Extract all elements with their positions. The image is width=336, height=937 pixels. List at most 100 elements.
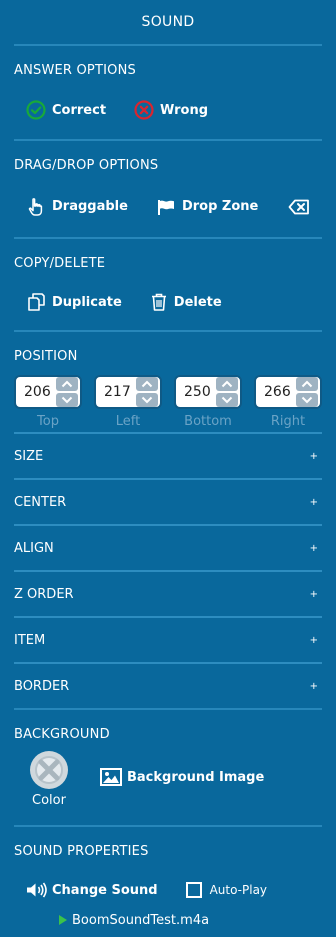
hand-pointer-icon	[28, 197, 43, 216]
delete-label: Delete	[173, 294, 222, 310]
decrement-button[interactable]	[296, 393, 318, 407]
answer-options-section: ANSWER OPTIONS Correct Wrong	[0, 46, 336, 139]
position-bottom-field[interactable]: 250	[174, 375, 242, 409]
chevron-down-icon	[61, 396, 73, 404]
position-left-caption: Left	[115, 414, 141, 429]
increment-button[interactable]	[216, 377, 238, 391]
position-right: 266 Right	[254, 375, 322, 429]
position-top-caption: Top	[37, 414, 59, 429]
divider	[14, 44, 322, 46]
wrong-label: Wrong	[160, 102, 209, 118]
section-item[interactable]: ITEM +	[14, 616, 322, 662]
auto-play-label: Auto-Play	[209, 883, 268, 897]
divider	[14, 237, 322, 239]
panel-title: SOUND	[141, 14, 195, 30]
position-right-field[interactable]: 266	[254, 375, 322, 409]
sound-file-name: BoomSoundTest.m4a	[72, 912, 210, 928]
section-label-sound-properties: SOUND PROPERTIES	[14, 844, 149, 859]
drop-zone-button[interactable]: Drop Zone	[156, 197, 258, 217]
wrong-button[interactable]: Wrong	[134, 100, 208, 120]
chevron-down-icon	[301, 396, 313, 404]
color-picker-button[interactable]: Color	[14, 745, 84, 808]
section-label-z-order: Z ORDER	[14, 586, 74, 602]
duplicate-icon	[28, 293, 45, 311]
chevron-up-icon	[61, 380, 73, 388]
position-top-value[interactable]: 206	[24, 384, 51, 400]
duplicate-button[interactable]: Duplicate	[26, 292, 122, 312]
position-top: 206 Top	[14, 375, 82, 429]
sound-file-row[interactable]: BoomSoundTest.m4a	[0, 908, 336, 932]
decrement-button[interactable]	[136, 393, 158, 407]
chevron-down-icon	[141, 396, 153, 404]
decrement-button[interactable]	[216, 393, 238, 407]
position-left-field[interactable]: 217	[94, 375, 162, 409]
section-label-copy-delete: COPY/DELETE	[14, 256, 106, 271]
section-label-border: BORDER	[14, 678, 70, 694]
draggable-button[interactable]: Draggable	[26, 197, 128, 217]
background-image-button[interactable]: Background Image	[100, 767, 264, 787]
duplicate-label: Duplicate	[52, 294, 122, 310]
change-sound-button[interactable]: Change Sound	[26, 882, 158, 898]
decrement-button[interactable]	[56, 393, 78, 407]
expand-icon[interactable]: +	[310, 451, 318, 462]
expand-icon[interactable]: +	[310, 681, 318, 692]
section-center[interactable]: CENTER +	[14, 478, 322, 524]
section-label-answer-options: ANSWER OPTIONS	[14, 63, 136, 78]
drop-zone-label: Drop Zone	[181, 199, 259, 214]
auto-play-checkbox[interactable]: Auto-Play	[185, 882, 268, 898]
checkbox-box[interactable]	[185, 882, 202, 898]
increment-button[interactable]	[56, 377, 78, 391]
sound-properties-section: SOUND PROPERTIES Change Sound Auto-Play …	[0, 827, 336, 932]
section-label-item: ITEM	[14, 632, 46, 648]
position-right-value[interactable]: 266	[264, 384, 291, 400]
chevron-down-icon	[221, 396, 233, 404]
flag-icon	[157, 199, 174, 215]
change-sound-label: Change Sound	[52, 882, 158, 898]
position-right-caption: Right	[270, 414, 306, 429]
expand-icon[interactable]: +	[310, 543, 318, 554]
section-label-drag-drop: DRAG/DROP OPTIONS	[14, 158, 159, 173]
background-image-label: Background Image	[127, 769, 265, 785]
background-section: BACKGROUND Color Background Image	[0, 710, 336, 825]
no-color-swatch-icon	[30, 751, 68, 789]
expand-icon[interactable]: +	[310, 589, 318, 600]
delete-button[interactable]: Delete	[150, 292, 222, 312]
divider	[14, 330, 322, 332]
position-top-field[interactable]: 206	[14, 375, 82, 409]
chevron-up-icon	[221, 380, 233, 388]
section-label-background: BACKGROUND	[14, 727, 110, 742]
copy-delete-section: COPY/DELETE Duplicate Delete	[0, 239, 336, 330]
speaker-icon	[27, 882, 47, 898]
play-icon	[59, 915, 67, 925]
increment-button[interactable]	[136, 377, 158, 391]
section-size[interactable]: SIZE +	[14, 432, 322, 478]
correct-label: Correct	[52, 102, 107, 118]
section-z-order[interactable]: Z ORDER +	[14, 570, 322, 616]
expand-icon[interactable]: +	[310, 635, 318, 646]
correct-button[interactable]: Correct	[26, 100, 106, 120]
section-label-size: SIZE	[14, 448, 44, 464]
divider	[14, 139, 322, 141]
position-bottom-caption: Bottom	[184, 414, 232, 429]
section-label-position: POSITION	[14, 349, 78, 364]
position-section: POSITION 206 Top 217 Left 250 Bottom 266…	[0, 332, 336, 429]
draggable-label: Draggable	[52, 199, 128, 214]
section-align[interactable]: ALIGN +	[14, 524, 322, 570]
position-bottom-value[interactable]: 250	[184, 384, 211, 400]
position-bottom: 250 Bottom	[174, 375, 242, 429]
divider	[14, 825, 322, 827]
position-left: 217 Left	[94, 375, 162, 429]
position-left-value[interactable]: 217	[104, 384, 131, 400]
section-border[interactable]: BORDER +	[14, 662, 322, 708]
backspace-icon	[288, 199, 310, 214]
properties-panel: SOUND ANSWER OPTIONS Correct Wrong DRAG/…	[0, 0, 336, 932]
chevron-up-icon	[301, 380, 313, 388]
section-label-align: ALIGN	[14, 540, 54, 556]
check-circle-icon	[26, 100, 46, 120]
clear-drag-drop-button[interactable]	[288, 199, 316, 215]
x-circle-icon	[134, 100, 154, 120]
divider	[14, 708, 322, 710]
increment-button[interactable]	[296, 377, 318, 391]
chevron-up-icon	[141, 380, 153, 388]
expand-icon[interactable]: +	[310, 497, 318, 508]
